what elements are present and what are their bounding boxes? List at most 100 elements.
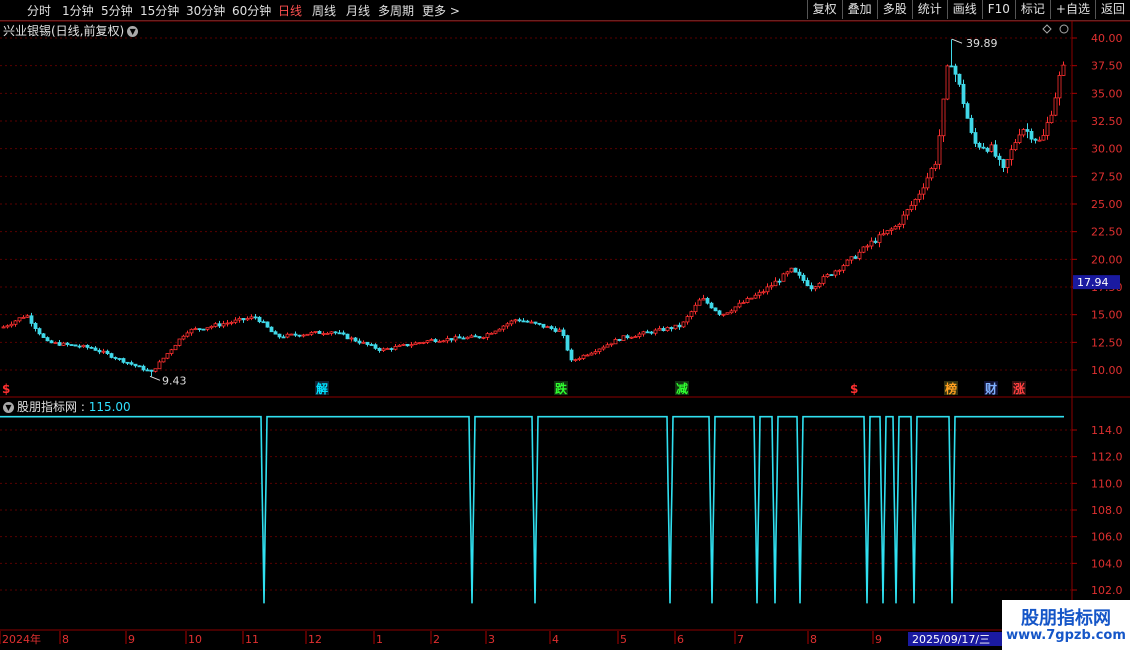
candle-body [925,177,930,189]
candle-body [617,339,622,341]
candle-body [837,269,842,272]
candle-body [589,352,594,356]
candle-body [361,341,366,344]
candle-body [541,323,546,328]
candle-body [953,65,958,75]
chart-canvas[interactable]: 40.00 37.50 35.00 32.50 30.00 27.50 25.00 22.50… [0,0,1130,650]
candle-body [989,144,994,152]
candle-body [277,333,282,338]
candle-body [981,146,986,149]
candle-body [469,335,474,338]
event-marker: 跌 [555,381,568,396]
candle-body [45,337,50,342]
candle-body [729,310,734,314]
candle-body [313,330,318,333]
candle-body [921,187,926,195]
candle-body [377,347,382,351]
candle-body [561,329,566,336]
candle-body [629,336,634,339]
candle-body [577,358,582,360]
candle-body [741,302,746,304]
candle-body [701,298,706,301]
event-marker: 解 [316,381,328,396]
y-tick-label: 106.0 [1091,531,1123,544]
candle-body [69,344,74,346]
y-tick-label: 25.00 [1091,198,1123,211]
candle-body [25,315,30,318]
candle-body [393,346,398,350]
x-tick-label: 8 [810,633,817,646]
candle-body [173,344,178,351]
candle-body [889,228,894,231]
candle-body [529,321,534,324]
candle-body [909,204,914,211]
candles [1,39,1066,377]
candle-body [113,357,118,359]
candle-body [881,233,886,236]
candle-body [929,168,934,179]
candle-body [437,340,442,343]
candle-body [781,273,786,282]
candle-body [733,306,738,312]
candle-body [665,327,670,332]
candle-body [757,291,762,296]
candle-body [217,323,222,327]
candle-body [81,344,86,348]
candle-body [145,369,150,372]
candle-body [65,342,70,345]
candle-body [957,73,962,85]
candle-body [1029,130,1034,140]
candle-body [461,337,466,340]
candle-body [941,98,946,137]
candle-body [713,307,718,312]
candle-body [5,325,10,328]
x-tick-label: 6 [677,633,684,646]
candle-body [329,331,334,334]
candle-body [973,132,978,144]
candle-body [1057,75,1062,99]
candle-body [21,316,26,319]
candle-body [473,335,478,338]
candle-body [985,147,990,152]
candle-body [949,65,954,68]
candle-body [513,319,518,322]
candle-body [877,234,882,243]
y-tick-label: 20.00 [1091,253,1123,266]
candle-body [621,335,626,341]
candle-body [749,297,754,300]
candle-body [105,350,110,354]
low-arrow [149,375,161,381]
candle-body [581,354,586,359]
candle-body [413,342,418,346]
candle-body [141,365,146,371]
candle-body [669,327,674,330]
candle-body [153,368,158,372]
candle-body [489,332,494,335]
candle-body [553,328,558,332]
candle-body [585,354,590,357]
candle-body [917,193,922,200]
candle-body [61,342,66,346]
candle-body [661,328,666,332]
candle-body [229,321,234,324]
candle-body [1017,134,1022,143]
y-tick-label: 112.0 [1091,451,1123,464]
candle-body [193,328,198,330]
x-tick-label: 1 [376,633,383,646]
candle-body [901,214,906,225]
candle-body [325,333,330,335]
candle-body [913,198,918,206]
candle-body [493,330,498,334]
x-tick-label: 2 [433,633,440,646]
candle-body [593,351,598,354]
candle-body [289,333,294,336]
candle-body [505,323,510,327]
candle-body [9,323,14,327]
candle-body [525,320,530,323]
candle-body [693,304,698,313]
candle-body [521,320,526,323]
candle-body [253,316,258,319]
candle-body [321,333,326,335]
candle-body [773,280,778,287]
candle-body [977,142,982,148]
